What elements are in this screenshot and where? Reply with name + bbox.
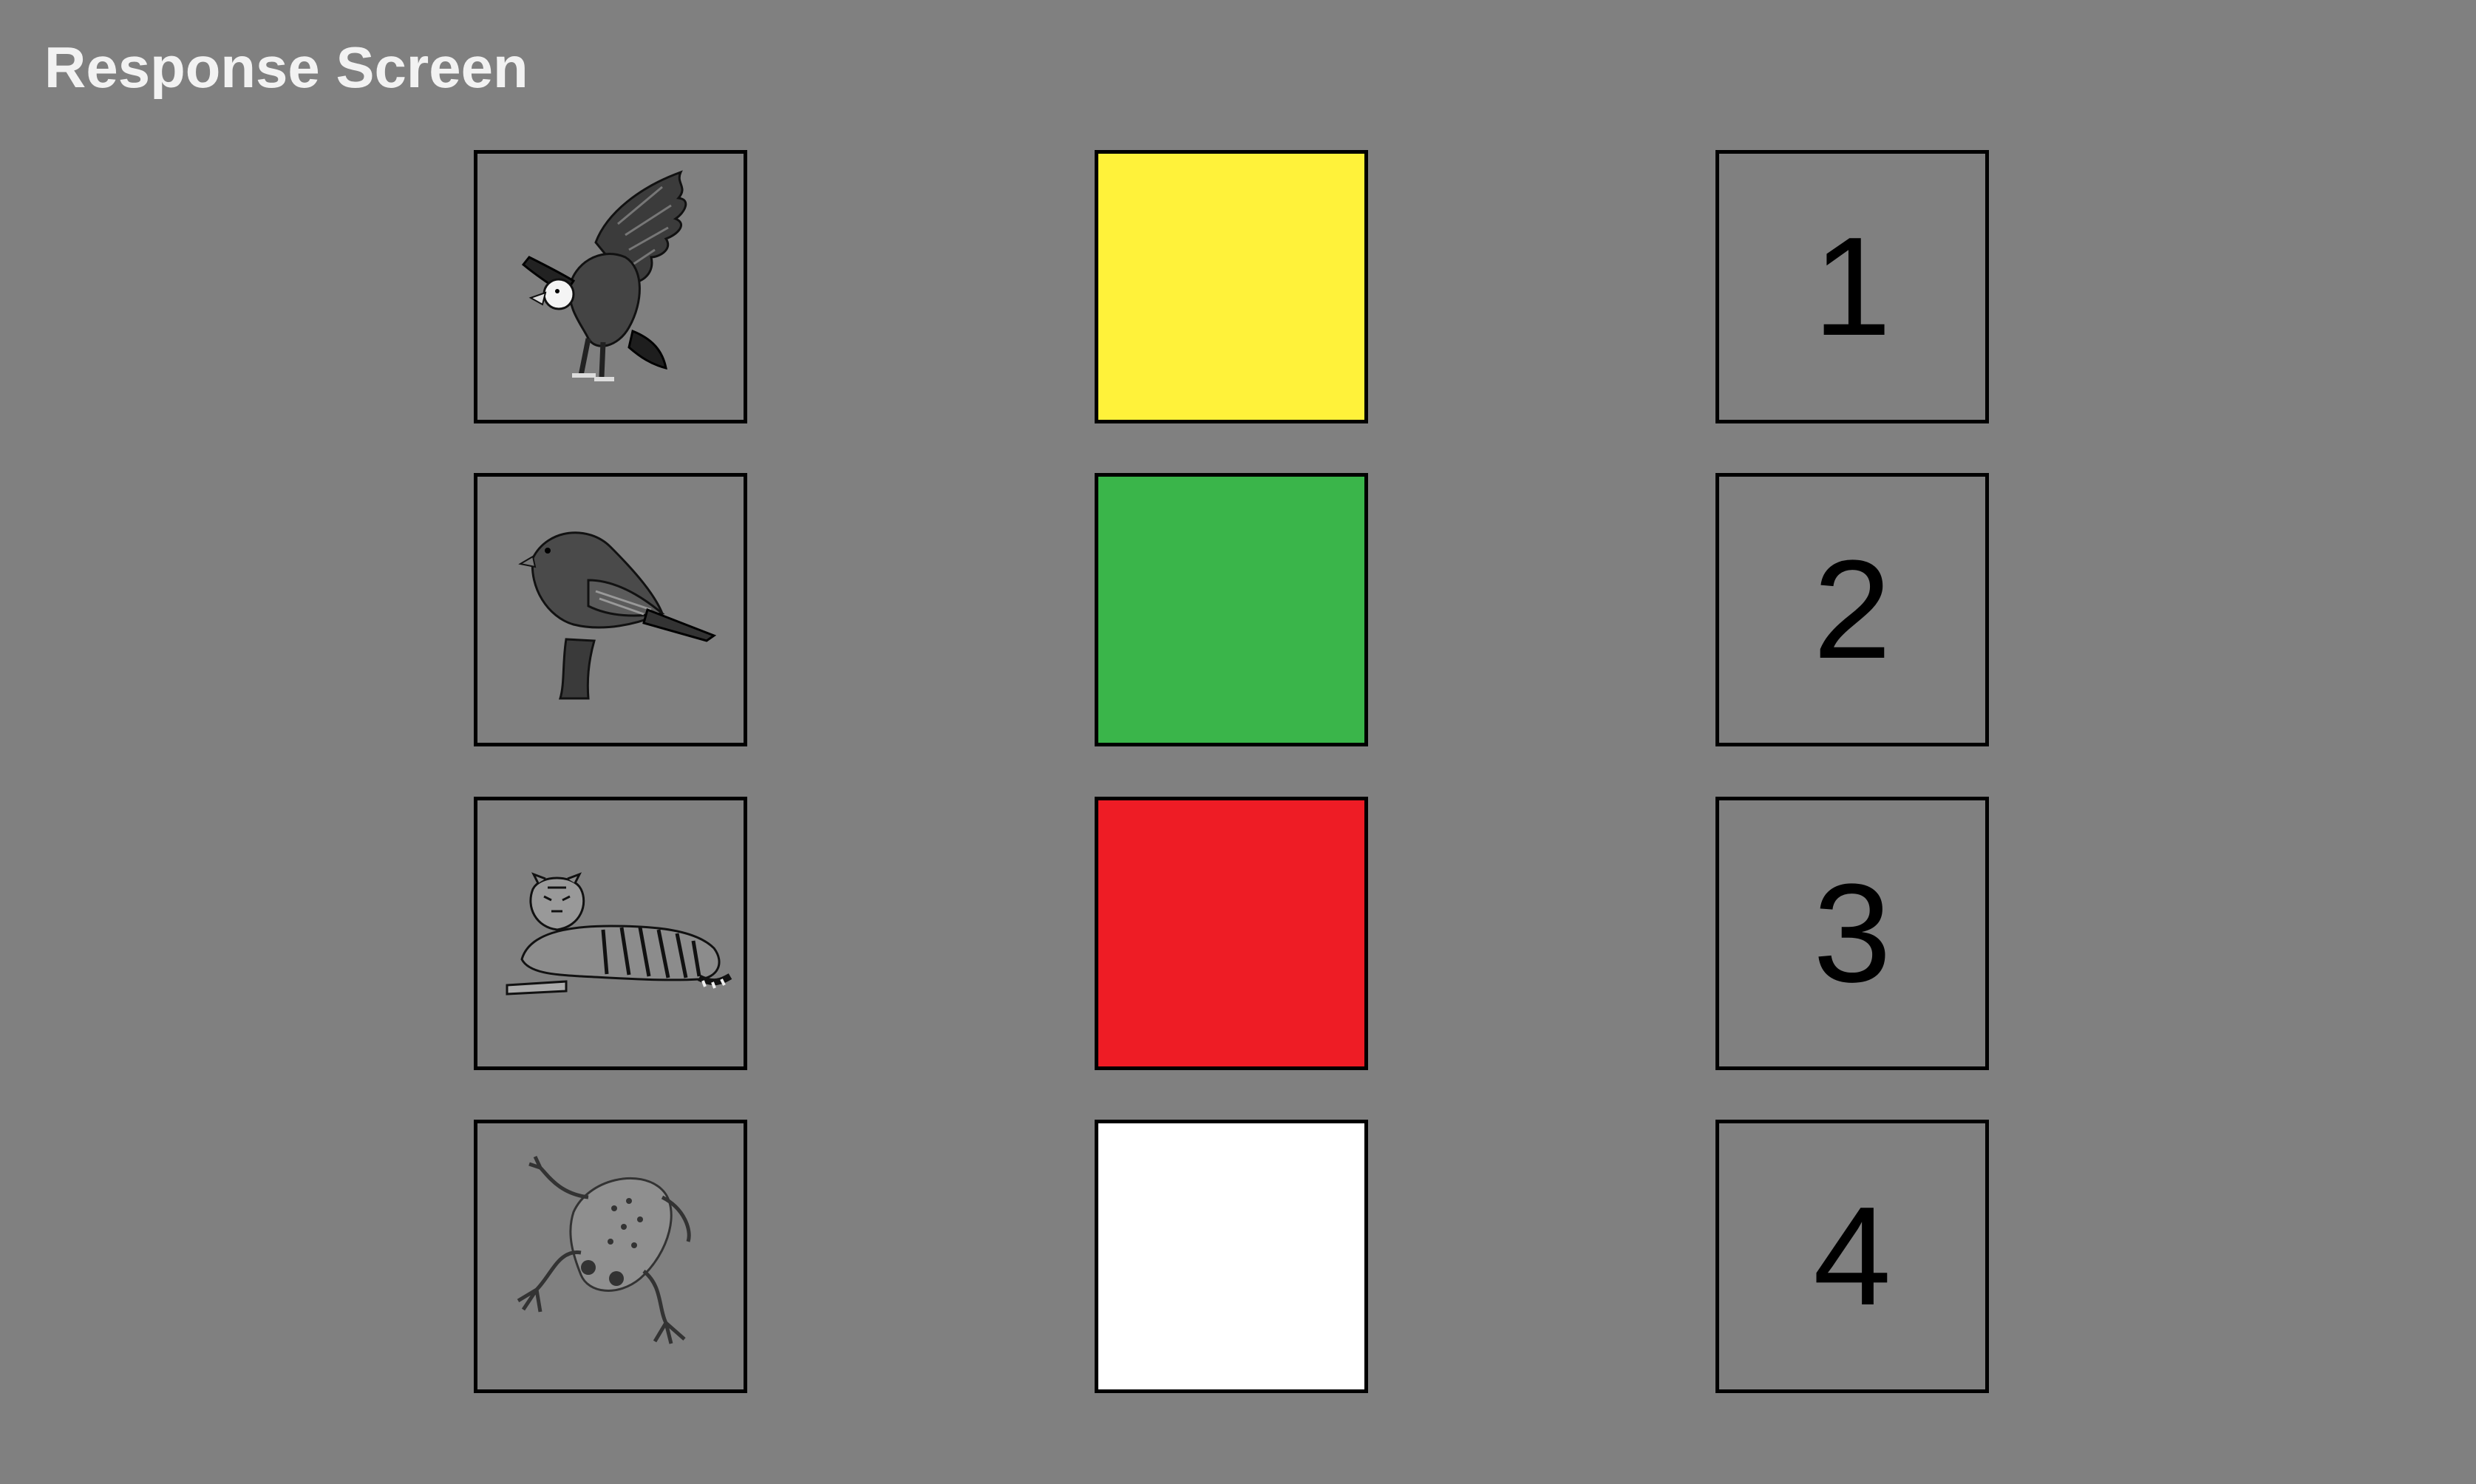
animal-option-tiger[interactable]	[474, 797, 747, 1070]
color-option-white[interactable]	[1095, 1120, 1368, 1393]
color-option-yellow[interactable]	[1095, 150, 1368, 423]
page-title: Response Screen	[44, 35, 528, 100]
eagle-icon	[521, 170, 687, 381]
frog-icon	[517, 1155, 691, 1344]
number-option-2[interactable]: 2	[1715, 473, 1989, 746]
number-option-3[interactable]: 3	[1715, 797, 1989, 1070]
color-option-red[interactable]	[1095, 797, 1368, 1070]
tiger-icon	[506, 872, 732, 995]
sparrow-icon	[518, 531, 717, 700]
animal-option-frog[interactable]	[474, 1120, 747, 1393]
animal-option-eagle[interactable]	[474, 150, 747, 423]
color-option-green[interactable]	[1095, 473, 1368, 746]
animal-option-sparrow[interactable]	[474, 473, 747, 746]
number-option-4[interactable]: 4	[1715, 1120, 1989, 1393]
number-option-1[interactable]: 1	[1715, 150, 1989, 423]
